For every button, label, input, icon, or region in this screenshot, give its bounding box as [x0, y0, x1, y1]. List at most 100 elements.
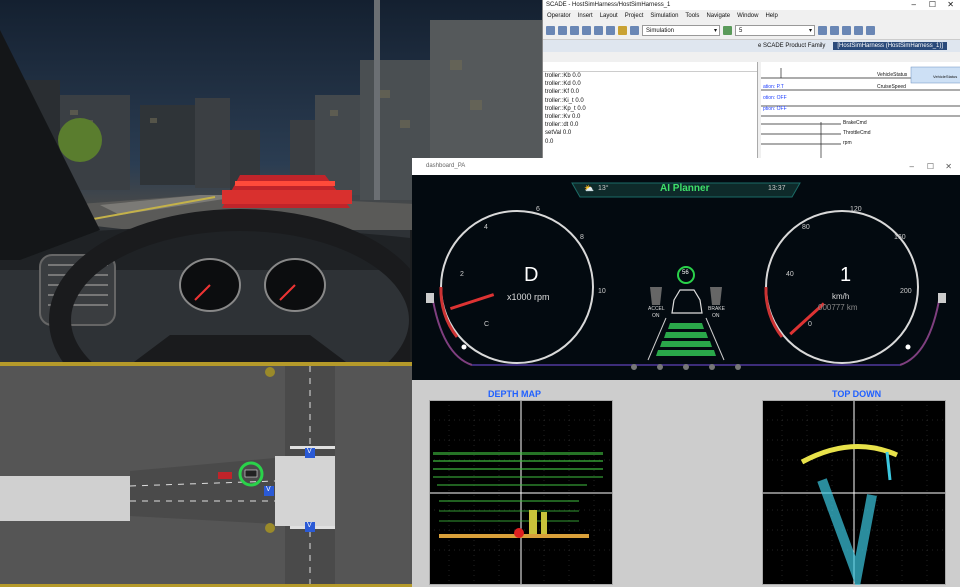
variables-filter[interactable]	[543, 62, 757, 72]
menu-operator[interactable]: Operator	[547, 10, 571, 22]
paste-icon[interactable]	[570, 26, 579, 35]
variable-row[interactable]: setVal 0.0	[543, 129, 757, 137]
variable-row[interactable]: troller::Kb 0.0	[543, 72, 757, 80]
signal-label: BrakeCmd	[843, 120, 867, 126]
topdown-view	[762, 400, 946, 585]
speed-tick: 160	[894, 234, 906, 241]
save-icon[interactable]	[546, 26, 555, 35]
traffic-light	[265, 523, 275, 533]
scade-menu-bar: Operator Insert Layout Project Simulatio…	[543, 10, 960, 22]
mode-select[interactable]: Simulation	[642, 25, 720, 36]
menu-insert[interactable]: Insert	[578, 10, 593, 22]
weather-temp: 13°	[598, 185, 609, 192]
speed-tick: 0	[808, 321, 812, 328]
depth-map-view	[429, 400, 613, 585]
sensor-panels: DEPTH MAP TOP DOWN	[412, 380, 960, 587]
speed-unit: km/h	[832, 292, 850, 301]
signal-label: VehicleStatus	[877, 72, 908, 78]
step-icon[interactable]	[818, 26, 827, 35]
variable-row[interactable]: troller::Kf 0.0	[543, 88, 757, 96]
map-canvas	[0, 366, 412, 587]
ego-car-icon	[671, 289, 703, 314]
speed-tick: 200	[900, 288, 912, 295]
speed-tick: 80	[802, 224, 810, 231]
tab-product-family[interactable]: e SCADE Product Family	[758, 43, 825, 49]
ego-marker	[514, 528, 524, 538]
instrument-cluster	[426, 182, 946, 370]
dashboard-title: dashboard_PA	[426, 163, 466, 169]
layout-icon[interactable]	[842, 26, 851, 35]
graph-icon[interactable]	[830, 26, 839, 35]
run-icon[interactable]	[723, 26, 732, 35]
close-icon[interactable]: ✕	[947, 0, 954, 10]
variable-row[interactable]: troller::Ki_t 0.0	[543, 97, 757, 105]
menu-simulation[interactable]: Simulation	[650, 10, 678, 22]
menu-project[interactable]: Project	[625, 10, 644, 22]
variable-row[interactable]: troller::Kv 0.0	[543, 113, 757, 121]
mode-label: AI Planner	[660, 183, 710, 194]
variables-panel: troller::Kb 0.0 troller::Kd 0.0 troller:…	[543, 62, 758, 160]
speed-readout: 1	[840, 264, 852, 286]
accel-pedal-icon	[650, 287, 662, 305]
brake-pedal-icon	[710, 287, 722, 305]
minimize-icon[interactable]: –	[910, 158, 914, 175]
variable-row[interactable]: troller::Kd 0.0	[543, 80, 757, 88]
tooltip-text: VehicleStatus	[933, 74, 958, 79]
maximize-icon[interactable]: ☐	[929, 0, 936, 10]
menu-window[interactable]: Window	[737, 10, 758, 22]
scade-title: SCADE - HostSimHarness/HostSimHarness_1	[546, 2, 671, 8]
tab-hostsimharness[interactable]: [HostSimHarness (HostSimHarness_1)]	[833, 42, 948, 50]
scade-title-bar: SCADE - HostSimHarness/HostSimHarness_1 …	[543, 0, 960, 10]
lane-sign-label: V	[266, 486, 271, 493]
speed-select[interactable]: 5	[735, 25, 815, 36]
maximize-icon[interactable]: ☐	[927, 158, 934, 175]
copy-icon[interactable]	[558, 26, 567, 35]
rpm-tick: 6	[536, 206, 540, 213]
variable-row[interactable]: troller::Kp_t 0.0	[543, 105, 757, 113]
variable-row[interactable]: 0.0	[543, 138, 757, 146]
settings-icon[interactable]	[630, 26, 639, 35]
scade-toolbar: Simulation 5	[543, 22, 960, 40]
signal-label: CruiseSpeed	[877, 84, 906, 90]
rpm-tick: 2	[460, 271, 464, 278]
minimize-icon[interactable]: –	[912, 0, 916, 10]
variable-row[interactable]: troller::dt 0.0	[543, 121, 757, 129]
brake-state: ON	[712, 313, 720, 319]
signal-label: ption: OFF	[763, 106, 787, 112]
scade-window: SCADE - HostSimHarness/HostSimHarness_1 …	[542, 0, 960, 160]
menu-navigate[interactable]: Navigate	[706, 10, 730, 22]
fuel-icon	[938, 293, 946, 303]
undo-icon[interactable]	[582, 26, 591, 35]
print-icon[interactable]	[606, 26, 615, 35]
zoom-icon[interactable]	[854, 26, 863, 35]
close-icon[interactable]: ✕	[945, 158, 952, 175]
other-vehicle	[218, 472, 232, 479]
signal-label: rpm	[843, 140, 852, 146]
speed-limit-value: 56	[682, 270, 689, 276]
odometer: 000777 km	[818, 303, 858, 312]
topdown-title: TOP DOWN	[832, 389, 882, 399]
menu-layout[interactable]: Layout	[600, 10, 618, 22]
rpm-gauge-ring	[440, 210, 594, 364]
traffic-light	[265, 367, 275, 377]
rpm-tick: C	[484, 321, 490, 328]
menu-help[interactable]: Help	[765, 10, 777, 22]
build-icon[interactable]	[618, 26, 627, 35]
depth-map-title: DEPTH MAP	[488, 389, 542, 399]
lane-sign-label: V	[307, 448, 312, 455]
dashboard-title-bar: dashboard_PA – ☐ ✕	[412, 158, 960, 175]
rpm-tick: 4	[484, 224, 488, 231]
menu-tools[interactable]: Tools	[685, 10, 699, 22]
window-icon[interactable]	[866, 26, 875, 35]
speed-tick: 120	[850, 206, 862, 213]
topdown-map: V V V	[0, 365, 412, 587]
redo-icon[interactable]	[594, 26, 603, 35]
signal-label: otion: OFF	[763, 95, 787, 101]
rpm-needle	[449, 293, 495, 311]
brake-label: BRAKE	[708, 306, 725, 312]
speed-tick: 40	[786, 271, 794, 278]
rpm-unit: x1000 rpm	[507, 292, 550, 302]
weather-icon: ⛅	[584, 184, 594, 193]
signal-diagram	[761, 66, 960, 160]
rpm-tick: 10	[598, 288, 606, 295]
